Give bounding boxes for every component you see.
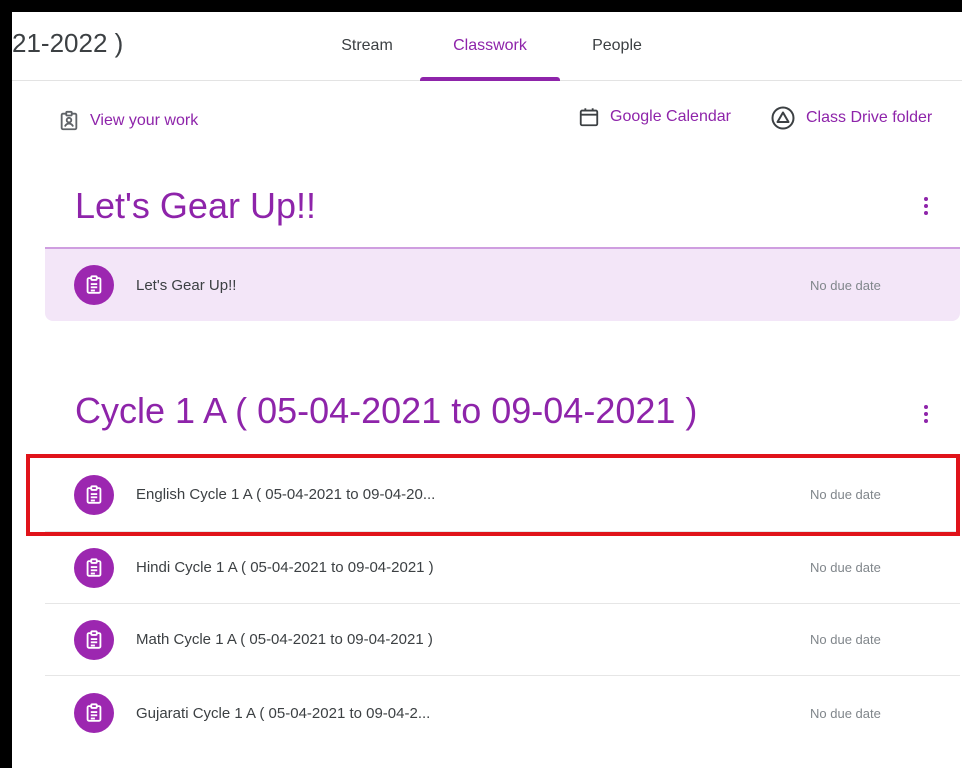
item-title: Let's Gear Up!!: [136, 276, 237, 294]
view-your-work-label: View your work: [90, 112, 199, 129]
item-due-date: No due date: [810, 705, 881, 721]
assignment-icon: [74, 693, 114, 733]
tab-people[interactable]: People: [567, 12, 667, 80]
topic-title: Cycle 1 A ( 05-04-2021 to 09-04-2021 ): [75, 390, 698, 431]
view-work-icon: [58, 110, 80, 132]
assignment-icon: [74, 474, 114, 515]
google-calendar-label: Google Calendar: [610, 108, 731, 125]
classwork-item[interactable]: Let's Gear Up!! No due date: [45, 249, 960, 321]
view-your-work-link[interactable]: View your work: [58, 110, 198, 132]
topic-title: Let's Gear Up!!: [75, 185, 316, 226]
item-due-date: No due date: [810, 632, 881, 647]
classwork-item[interactable]: Hindi Cycle 1 A ( 05-04-2021 to 09-04-20…: [45, 532, 960, 604]
item-due-date: No due date: [810, 560, 881, 575]
screenshot-frame-top: [0, 0, 962, 12]
classwork-item[interactable]: Math Cycle 1 A ( 05-04-2021 to 09-04-202…: [45, 604, 960, 676]
item-due-date: No due date: [810, 487, 881, 502]
class-drive-folder-label: Class Drive folder: [806, 109, 933, 126]
top-bar: 21-2022 ) Stream Classwork People: [12, 12, 962, 81]
classwork-item[interactable]: English Cycle 1 A ( 05-04-2021 to 09-04-…: [45, 458, 960, 532]
class-drive-folder-link[interactable]: Class Drive folder: [770, 106, 932, 130]
tab-classwork[interactable]: Classwork: [420, 12, 560, 81]
classwork-item[interactable]: Gujarati Cycle 1 A ( 05-04-2021 to 09-04…: [45, 677, 960, 749]
item-title: English Cycle 1 A ( 05-04-2021 to 09-04-…: [136, 486, 436, 503]
class-title: 21-2022 ): [12, 28, 124, 58]
assignment-icon: [74, 619, 114, 660]
calendar-icon: [578, 106, 600, 128]
tab-stream[interactable]: Stream: [317, 12, 417, 80]
topic-menu-kebab-icon[interactable]: [917, 402, 935, 426]
assignment-icon: [74, 265, 114, 305]
item-title: Gujarati Cycle 1 A ( 05-04-2021 to 09-04…: [136, 704, 431, 722]
drive-icon: [770, 106, 796, 130]
topic-menu-kebab-icon[interactable]: [917, 194, 935, 218]
item-due-date: No due date: [810, 277, 881, 293]
assignment-icon: [74, 547, 114, 588]
item-title: Math Cycle 1 A ( 05-04-2021 to 09-04-202…: [136, 631, 433, 648]
google-calendar-link[interactable]: Google Calendar: [578, 106, 731, 128]
screenshot-frame-left: [0, 0, 12, 768]
item-title: Hindi Cycle 1 A ( 05-04-2021 to 09-04-20…: [136, 559, 434, 576]
